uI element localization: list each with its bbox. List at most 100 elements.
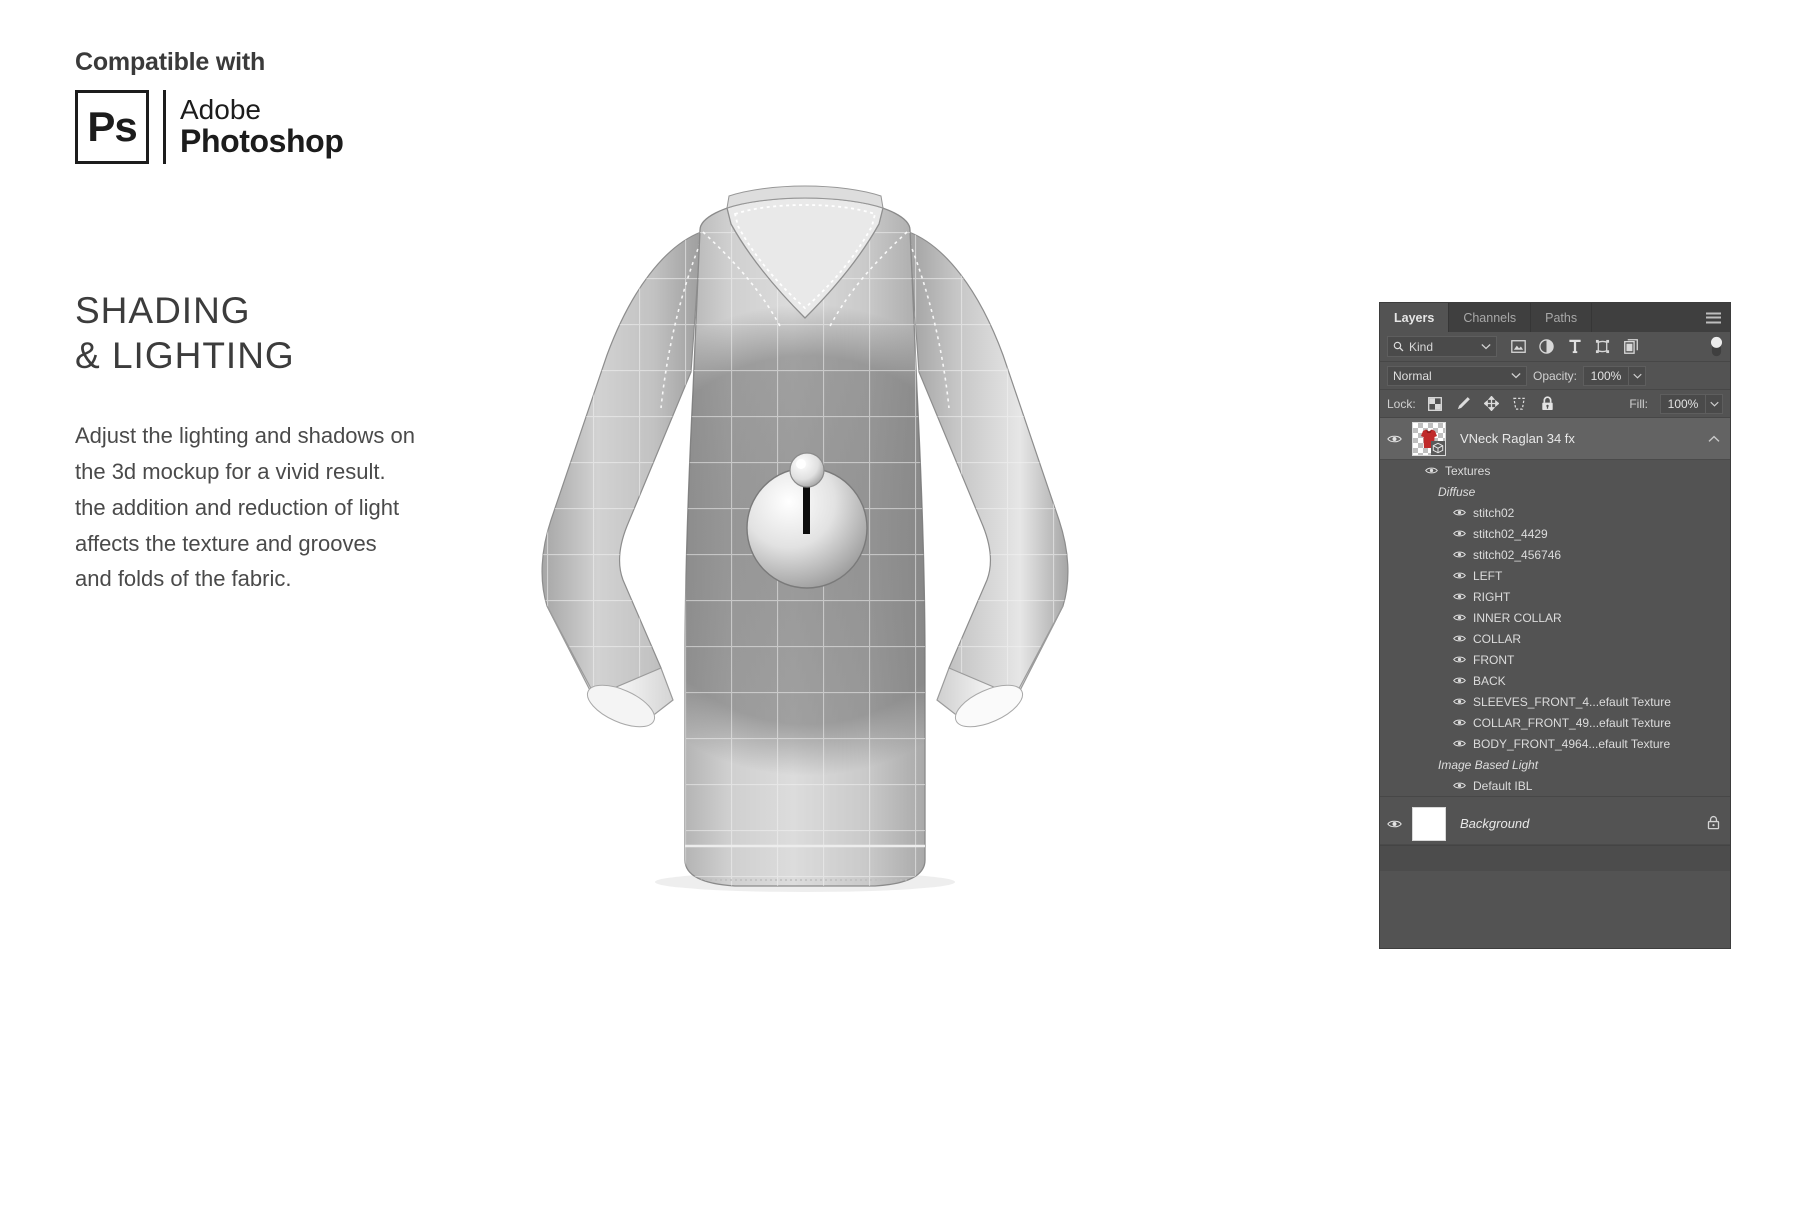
eye-icon[interactable] bbox=[1452, 697, 1466, 706]
lock-artboard-nesting-icon[interactable] bbox=[1512, 396, 1527, 411]
opacity-control[interactable]: 100% bbox=[1583, 365, 1647, 386]
layer-thumbnail[interactable] bbox=[1412, 421, 1446, 456]
tab-layers-label: Layers bbox=[1394, 310, 1435, 325]
fill-label: Fill: bbox=[1629, 396, 1648, 411]
layer-filter-row: Kind bbox=[1380, 332, 1730, 362]
fill-control[interactable]: 100% bbox=[1660, 393, 1723, 414]
list-item[interactable]: stitch02_456746 bbox=[1380, 544, 1730, 565]
list-item[interactable]: stitch02 bbox=[1380, 502, 1730, 523]
list-divider bbox=[1380, 796, 1730, 797]
eye-icon[interactable] bbox=[1452, 571, 1466, 580]
list-item-label: INNER COLLAR bbox=[1473, 610, 1562, 625]
list-item[interactable]: BACK bbox=[1380, 670, 1730, 691]
list-item-label: SLEEVES_FRONT_4...efault Texture bbox=[1473, 694, 1671, 709]
layer-list[interactable]: VNeck Raglan 34 fx Textures Diffuse stit… bbox=[1380, 418, 1730, 845]
eye-icon[interactable] bbox=[1424, 466, 1438, 475]
lock-image-pixels-icon[interactable] bbox=[1456, 396, 1471, 411]
filter-type-icons bbox=[1511, 339, 1638, 354]
panel-footer bbox=[1380, 845, 1730, 871]
tab-channels-label: Channels bbox=[1463, 310, 1517, 325]
list-item: Diffuse bbox=[1380, 481, 1730, 502]
adjustment-layer-filter-icon[interactable] bbox=[1539, 339, 1554, 354]
list-item-label: Default IBL bbox=[1473, 778, 1533, 793]
table-row[interactable]: VNeck Raglan 34 fx bbox=[1380, 418, 1730, 460]
list-item[interactable]: Default IBL bbox=[1380, 775, 1730, 796]
ps-logo-square: Ps bbox=[75, 90, 149, 164]
brand-photoshop: Photoshop bbox=[180, 123, 344, 160]
eye-icon[interactable] bbox=[1452, 676, 1466, 685]
list-item[interactable]: COLLAR_FRONT_49...efault Texture bbox=[1380, 712, 1730, 733]
opacity-value: 100% bbox=[1583, 365, 1630, 386]
list-item[interactable]: COLLAR bbox=[1380, 628, 1730, 649]
layer-tree[interactable]: Textures Diffuse stitch02 stitch02_4429 bbox=[1380, 460, 1730, 796]
eye-icon[interactable] bbox=[1452, 550, 1466, 559]
eye-icon[interactable] bbox=[1452, 739, 1466, 748]
list-item[interactable]: FRONT bbox=[1380, 649, 1730, 670]
lock-transparent-pixels-icon[interactable] bbox=[1428, 396, 1443, 411]
tab-channels[interactable]: Channels bbox=[1449, 303, 1532, 332]
list-item: Image Based Light bbox=[1380, 754, 1730, 775]
group-label: Image Based Light bbox=[1438, 757, 1539, 772]
eye-icon[interactable] bbox=[1452, 592, 1466, 601]
list-item[interactable]: INNER COLLAR bbox=[1380, 607, 1730, 628]
page-body-text: Adjust the lighting and shadows on the 3… bbox=[75, 423, 416, 592]
chevron-down-icon bbox=[1511, 373, 1521, 379]
search-icon bbox=[1393, 341, 1404, 352]
chevron-down-icon bbox=[1481, 344, 1491, 350]
lock-icon-group bbox=[1428, 396, 1555, 411]
table-row[interactable]: Background bbox=[1380, 803, 1730, 845]
badge-divider bbox=[163, 90, 166, 164]
pixel-layer-filter-icon[interactable] bbox=[1511, 339, 1526, 354]
light-handle-knob bbox=[789, 452, 825, 488]
fill-chevron-icon[interactable] bbox=[1706, 393, 1723, 414]
opacity-label: Opacity: bbox=[1533, 368, 1578, 383]
page-title: SHADING & LIGHTING bbox=[75, 290, 295, 377]
smart-object-filter-icon[interactable] bbox=[1623, 339, 1638, 354]
eye-icon[interactable] bbox=[1452, 655, 1466, 664]
list-item-label: LEFT bbox=[1473, 568, 1503, 583]
eye-icon[interactable] bbox=[1452, 508, 1466, 517]
fill-value: 100% bbox=[1660, 393, 1706, 414]
tab-paths-label: Paths bbox=[1545, 310, 1578, 325]
list-item[interactable]: BODY_FRONT_4964...efault Texture bbox=[1380, 733, 1730, 754]
list-item-label: stitch02_4429 bbox=[1473, 526, 1548, 541]
adobe-photoshop-badge: Ps Adobe Photoshop bbox=[75, 90, 344, 164]
list-item[interactable]: RIGHT bbox=[1380, 586, 1730, 607]
brand-adobe: Adobe bbox=[180, 94, 261, 126]
lock-icon[interactable] bbox=[1707, 815, 1720, 833]
page-root: Compatible with Ps Adobe Photoshop SHADI… bbox=[0, 0, 1820, 1213]
background-layer-name: Background bbox=[1460, 816, 1530, 831]
list-item-label: Textures bbox=[1445, 463, 1491, 478]
eye-icon[interactable] bbox=[1452, 613, 1466, 622]
blend-mode-value: Normal bbox=[1393, 368, 1432, 383]
eye-icon[interactable] bbox=[1452, 781, 1466, 790]
brand-names: Adobe Photoshop bbox=[180, 90, 344, 164]
tab-paths[interactable]: Paths bbox=[1531, 303, 1593, 332]
background-visibility-eye-icon[interactable] bbox=[1380, 819, 1408, 829]
type-layer-filter-icon[interactable] bbox=[1567, 339, 1582, 354]
background-thumbnail[interactable] bbox=[1412, 806, 1446, 841]
list-item[interactable]: SLEEVES_FRONT_4...efault Texture bbox=[1380, 691, 1730, 712]
panel-menu-icon[interactable] bbox=[1706, 312, 1721, 323]
list-item-label: COLLAR_FRONT_49...efault Texture bbox=[1473, 715, 1671, 730]
panel-tab-bar: Layers Channels Paths bbox=[1380, 303, 1730, 332]
list-item[interactable]: stitch02_4429 bbox=[1380, 523, 1730, 544]
tab-layers[interactable]: Layers bbox=[1380, 303, 1450, 332]
chevron-up-icon[interactable] bbox=[1708, 432, 1720, 446]
shape-layer-filter-icon[interactable] bbox=[1595, 339, 1610, 354]
blend-mode-select[interactable]: Normal bbox=[1387, 365, 1527, 386]
list-item-label: RIGHT bbox=[1473, 589, 1511, 604]
list-item[interactable]: LEFT bbox=[1380, 565, 1730, 586]
lock-position-icon[interactable] bbox=[1483, 396, 1499, 411]
filter-enable-toggle[interactable] bbox=[1710, 336, 1723, 358]
eye-icon[interactable] bbox=[1452, 718, 1466, 727]
lock-all-icon[interactable] bbox=[1540, 396, 1555, 411]
opacity-chevron-icon[interactable] bbox=[1629, 365, 1647, 386]
blend-opacity-row: Normal Opacity: 100% bbox=[1380, 362, 1730, 390]
filter-kind-select[interactable]: Kind bbox=[1387, 336, 1497, 357]
list-item[interactable]: Textures bbox=[1380, 460, 1730, 481]
layer-visibility-eye-icon[interactable] bbox=[1380, 434, 1408, 444]
eye-icon[interactable] bbox=[1452, 529, 1466, 538]
layers-panel[interactable]: Layers Channels Paths Kind Normal Opacit… bbox=[1380, 303, 1730, 948]
eye-icon[interactable] bbox=[1452, 634, 1466, 643]
